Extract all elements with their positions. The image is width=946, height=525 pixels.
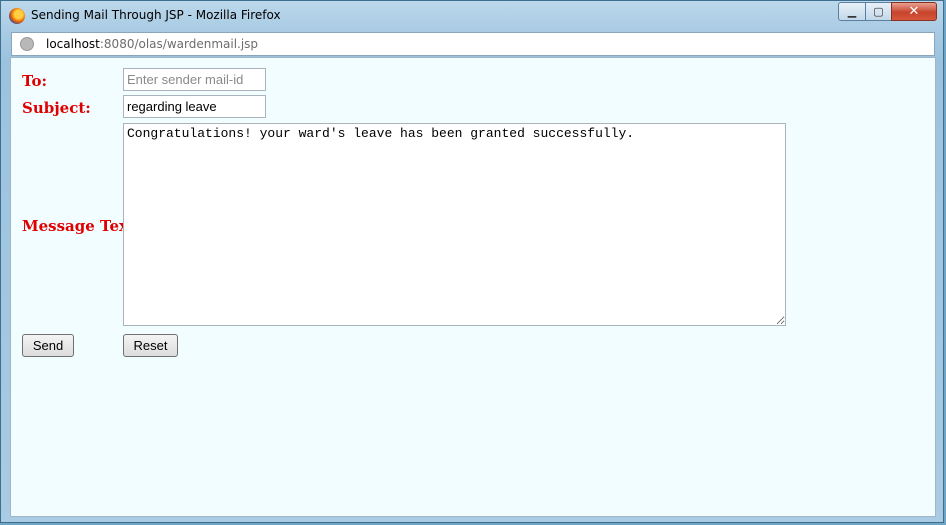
send-button[interactable]: Send	[22, 334, 74, 357]
url-host: localhost	[46, 37, 100, 51]
subject-input[interactable]	[123, 95, 266, 118]
to-input[interactable]	[123, 68, 266, 91]
minimize-button[interactable]: ▁	[838, 2, 866, 21]
browser-window: Sending Mail Through JSP - Mozilla Firef…	[0, 0, 944, 523]
page-content: To: Subject: Message Text: Congratulatio…	[10, 57, 936, 517]
url-text[interactable]: localhost:8080/olas/wardenmail.jsp	[46, 37, 258, 51]
window-title: Sending Mail Through JSP - Mozilla Firef…	[31, 8, 281, 22]
address-bar[interactable]: localhost:8080/olas/wardenmail.jsp	[11, 32, 935, 56]
subject-label: Subject:	[22, 99, 91, 117]
globe-icon	[20, 37, 34, 51]
to-label: To:	[22, 72, 47, 90]
firefox-icon	[9, 8, 25, 24]
url-path: :8080/olas/wardenmail.jsp	[99, 37, 259, 51]
reset-button[interactable]: Reset	[123, 334, 178, 357]
title-bar[interactable]: Sending Mail Through JSP - Mozilla Firef…	[1, 1, 943, 31]
message-textarea[interactable]: Congratulations! your ward's leave has b…	[123, 123, 786, 326]
close-button[interactable]: ✕	[891, 2, 937, 21]
maximize-button[interactable]: ▢	[865, 2, 892, 21]
